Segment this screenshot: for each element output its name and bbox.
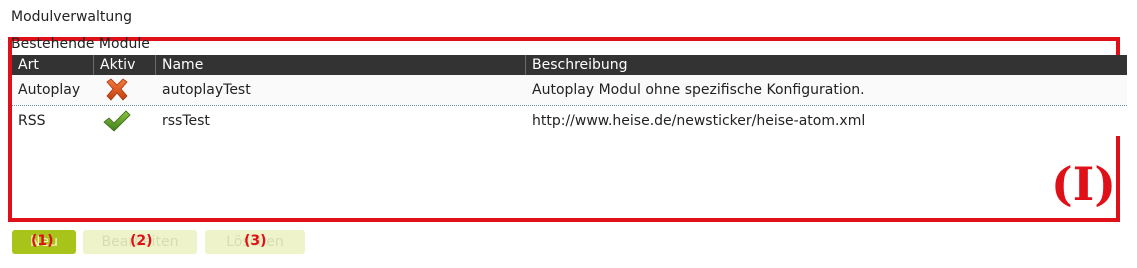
check-icon [103, 110, 131, 132]
cell-beschreibung: http://www.heise.de/newsticker/heise-ato… [532, 113, 866, 129]
page-title: Modulverwaltung [11, 9, 132, 25]
section-title: Bestehende Module [11, 36, 150, 52]
cell-art: Autoplay [18, 82, 81, 98]
grid-header: Art Aktiv Name Beschreibung [12, 55, 1127, 75]
cell-name: autoplayTest [162, 82, 251, 98]
cell-art: RSS [18, 113, 46, 129]
table-row[interactable]: RSS rssTest http://www.heise.de/newstick… [12, 106, 1127, 136]
cell-aktiv [94, 77, 156, 103]
button-marker-1: (1) [31, 233, 54, 249]
button-marker-2: (2) [130, 233, 153, 249]
column-header-aktiv[interactable]: Aktiv [94, 55, 156, 75]
column-header-art[interactable]: Art [12, 55, 94, 75]
column-header-name[interactable]: Name [156, 55, 526, 75]
button-marker-3: (3) [244, 233, 267, 249]
table-row[interactable]: Autoplay autoplayTest Autoplay Modul ohn… [12, 75, 1127, 106]
cross-icon [106, 78, 128, 101]
region-marker-label: (I) [1050, 157, 1116, 211]
module-grid: Art Aktiv Name Beschreibung Autoplay aut… [12, 55, 1127, 136]
cell-beschreibung: Autoplay Modul ohne spezifische Konfigur… [532, 82, 865, 98]
column-header-beschreibung[interactable]: Beschreibung [526, 55, 1127, 75]
cell-name: rssTest [162, 113, 210, 129]
cell-aktiv [94, 108, 156, 134]
